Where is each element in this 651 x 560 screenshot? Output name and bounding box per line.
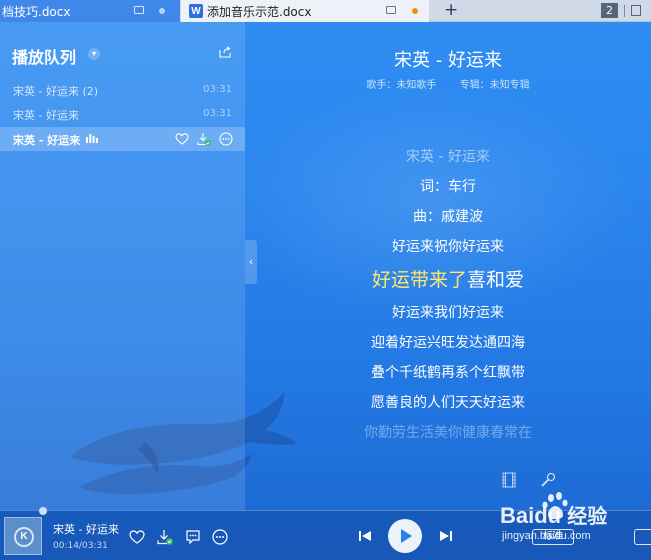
equalizer-icon — [86, 134, 98, 143]
current-lyric-line: 好运带来了喜和爱 — [245, 262, 651, 298]
tab-document-1[interactable]: 档技巧.docx — [0, 0, 180, 22]
chevron-down-icon[interactable]: ▾ — [88, 48, 100, 60]
downloaded-icon[interactable] — [197, 132, 211, 146]
watermark-url: jingyan.baidu.com — [502, 530, 591, 542]
watermark-brand-en: Baidu — [500, 503, 562, 528]
song-title: 宋英 - 好运来 — [394, 50, 502, 71]
lyric-line: 叠个千纸鹤再系个红飘带 — [371, 365, 525, 381]
album-cover[interactable]: K — [4, 517, 42, 555]
divider — [624, 5, 625, 17]
tab-document-2[interactable]: W 添加音乐示范.docx — [181, 0, 429, 22]
lyric-sung-part: 好运带来了 — [371, 269, 467, 291]
more-icon[interactable] — [212, 529, 228, 545]
lyric-line: 宋英 - 好运来 — [406, 149, 490, 165]
queue-item-name: 宋英 - 好运来 — [13, 134, 81, 147]
queue-item-duration: 03:31 — [203, 84, 232, 95]
play-queue-panel: 播放队列 ▾ 宋英 - 好运来 (2) 03:31 宋英 - 好运来 03:31… — [0, 22, 245, 510]
share-icon[interactable] — [219, 46, 231, 58]
status-dot-icon — [159, 8, 165, 14]
queue-item[interactable]: 宋英 - 好运来 03:31 — [0, 102, 245, 126]
downloaded-icon[interactable] — [157, 529, 173, 545]
lyric-line: 好运来我们好运来 — [392, 305, 504, 321]
watermark-brand-cn: 经验 — [567, 506, 608, 528]
heart-icon[interactable] — [129, 529, 145, 545]
lyric-line: 曲：戚建波 — [413, 209, 483, 225]
next-track-button[interactable] — [439, 529, 453, 543]
document-tab-bar: 档技巧.docx W 添加音乐示范.docx + 2 — [0, 0, 651, 22]
queue-item-name: 宋英 - 好运来 — [13, 109, 79, 122]
tab-label: 档技巧.docx — [2, 4, 71, 19]
song-meta: 歌手：未知歌手 专辑：未知专辑 — [245, 76, 651, 91]
tab-count-badge[interactable]: 2 — [601, 3, 618, 18]
tab-label: 添加音乐示范.docx — [207, 4, 312, 19]
singer-label[interactable]: 歌手：未知歌手 — [366, 80, 436, 91]
watermark-brand: Baidu 经验 — [500, 500, 607, 529]
comment-icon[interactable] — [185, 529, 201, 545]
previous-track-button[interactable] — [358, 529, 372, 543]
music-player: 播放队列 ▾ 宋英 - 好运来 (2) 03:31 宋英 - 好运来 03:31… — [0, 22, 651, 560]
new-tab-button[interactable]: + — [444, 0, 458, 22]
lyric-line: 好运来祝你好运来 — [392, 239, 504, 255]
queue-item-duration: 03:31 — [203, 108, 232, 119]
album-disc-icon: K — [14, 527, 34, 547]
progress-slider-knob[interactable] — [39, 507, 47, 515]
lyric-line: 你勤劳生活美你健康春常在 — [364, 425, 532, 441]
queue-title: 播放队列 — [12, 48, 77, 67]
playback-time: 00:14/03:31 — [53, 541, 108, 551]
lyric-line: 愿善良的人们天天好运来 — [371, 395, 525, 411]
unsaved-dot-icon — [412, 8, 418, 14]
queue-item[interactable]: 宋英 - 好运来 (2) 03:31 — [0, 78, 245, 102]
queue-item-actions — [175, 132, 233, 146]
mv-film-icon[interactable] — [501, 472, 517, 488]
now-playing-title: 宋英 - 好运来 — [53, 523, 119, 536]
lyric-line: 词：车行 — [420, 179, 476, 195]
lyrics-panel: 宋英 - 好运来 词：车行 曲：戚建波 好运来祝你好运来 好运带来了喜和爱 好运… — [245, 142, 651, 448]
album-label[interactable]: 专辑：未知专辑 — [460, 80, 530, 91]
play-icon — [401, 529, 412, 543]
microphone-icon[interactable] — [540, 472, 556, 488]
monitor-icon[interactable] — [386, 6, 396, 14]
heart-icon[interactable] — [175, 132, 189, 146]
word-doc-icon: W — [189, 4, 203, 18]
lyric-line: 迎着好运兴旺发达通四海 — [371, 335, 525, 351]
queue-item-playing[interactable]: 宋英 - 好运来 — [0, 127, 245, 151]
lyric-unsung-part: 喜和爱 — [467, 269, 525, 291]
queue-item-name: 宋英 - 好运来 (2) — [13, 85, 99, 98]
more-icon[interactable] — [219, 132, 233, 146]
monitor-icon[interactable] — [134, 6, 144, 14]
window-icon[interactable] — [631, 5, 641, 16]
play-button[interactable] — [388, 519, 422, 553]
